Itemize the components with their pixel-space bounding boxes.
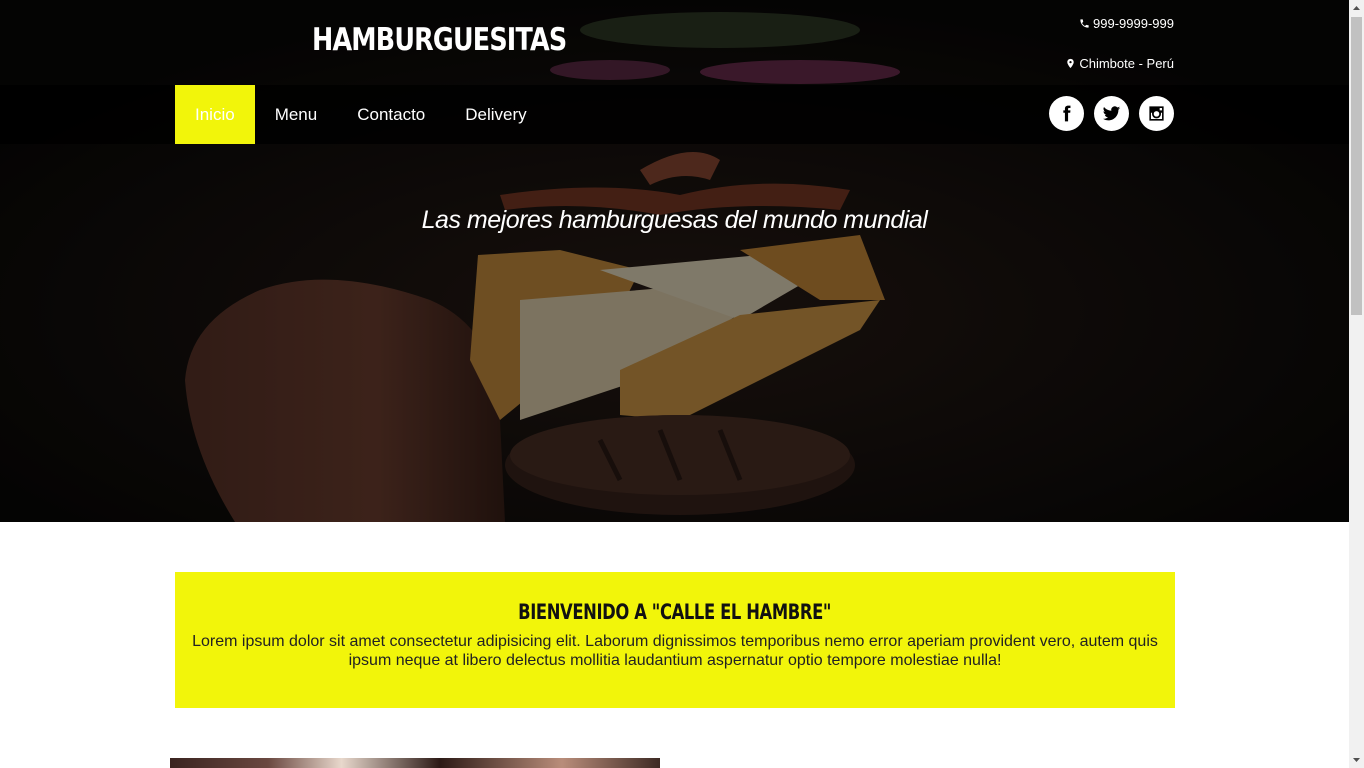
page-scrollbar[interactable] <box>1349 0 1364 768</box>
welcome-text: Lorem ipsum dolor sit amet consectetur a… <box>192 633 1158 669</box>
instagram-button[interactable] <box>1139 96 1174 131</box>
hero-tagline: Las mejores hamburguesas del mundo mundi… <box>421 206 928 234</box>
nav-item-menu[interactable]: Menu <box>255 85 338 144</box>
scroll-up-arrow[interactable] <box>1349 0 1364 17</box>
welcome-box: BIENVENIDO A "CALLE EL HAMBRE" Lorem ips… <box>175 572 1175 708</box>
map-marker-icon <box>1067 58 1075 69</box>
instagram-icon <box>1149 106 1164 121</box>
featured-image <box>170 758 660 768</box>
welcome-title: BIENVENIDO A "CALLE EL HAMBRE" <box>518 600 832 624</box>
facebook-button[interactable] <box>1049 96 1084 131</box>
nav-menu: Inicio Menu Contacto Delivery <box>175 85 547 144</box>
hero-section: HAMBURGUESITAS 999-9999-999 Chimbote - P… <box>0 0 1349 522</box>
phone-number: 999-9999-999 <box>1093 16 1174 31</box>
site-logo[interactable]: HAMBURGUESITAS <box>312 22 567 58</box>
location-text: Chimbote - Perú <box>1079 56 1174 71</box>
nav-item-inicio[interactable]: Inicio <box>175 85 255 144</box>
main-navbar: Inicio Menu Contacto Delivery <box>0 85 1349 144</box>
location-contact: Chimbote - Perú <box>1065 56 1174 71</box>
twitter-button[interactable] <box>1094 96 1129 131</box>
facebook-icon <box>1063 105 1071 122</box>
phone-icon <box>1080 19 1089 28</box>
nav-item-contacto[interactable]: Contacto <box>337 85 445 144</box>
social-links <box>1049 96 1174 131</box>
twitter-icon <box>1102 106 1121 121</box>
scroll-down-arrow[interactable] <box>1349 751 1364 768</box>
nav-item-delivery[interactable]: Delivery <box>445 85 546 144</box>
phone-contact: 999-9999-999 <box>1079 16 1174 31</box>
top-bar: HAMBURGUESITAS 999-9999-999 Chimbote - P… <box>0 0 1349 85</box>
scroll-thumb[interactable] <box>1351 17 1362 315</box>
